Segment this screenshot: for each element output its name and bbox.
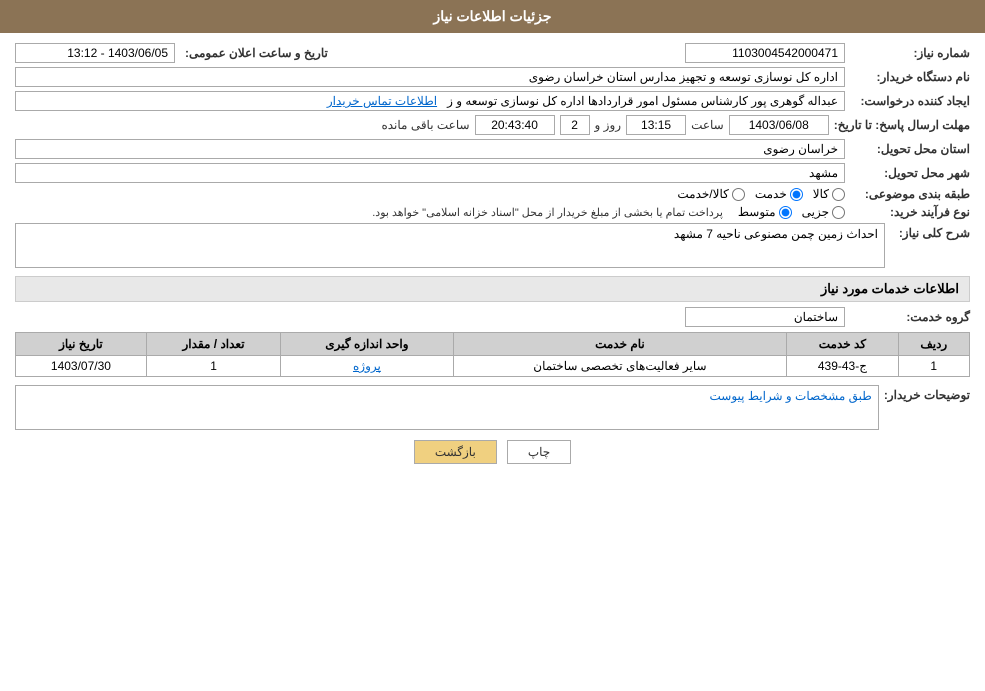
requester-value: عبداله گوهری پور کارشناس مسئول امور قرار…	[15, 91, 845, 111]
requester-row: ایجاد کننده درخواست: عبداله گوهری پور کا…	[15, 91, 970, 111]
deadline-date-value: 1403/06/08	[729, 115, 829, 135]
purchase-type-note: پرداخت تمام یا بخشی از مبلغ خریدار از مح…	[372, 206, 723, 219]
deadline-label: مهلت ارسال پاسخ: تا تاریخ:	[834, 118, 970, 132]
category-radio-group: کالا خدمت کالا/خدمت	[677, 187, 845, 201]
category-option-kala[interactable]: کالا	[813, 187, 845, 201]
buyer-desc-area: توضیحات خریدار: طبق مشخصات و شرایط پیوست	[15, 385, 970, 430]
need-number-row: شماره نیاز: 1103004542000471 تاریخ و ساع…	[15, 43, 970, 63]
remaining-day-value: 2	[560, 115, 590, 135]
province-label: استان محل تحویل:	[850, 142, 970, 156]
cell-date: 1403/07/30	[16, 356, 147, 377]
announce-date-value: 1403/06/05 - 13:12	[15, 43, 175, 63]
category-option-both[interactable]: کالا/خدمت	[677, 187, 744, 201]
print-button[interactable]: چاپ	[507, 440, 571, 464]
col-quantity: تعداد / مقدار	[146, 333, 280, 356]
remaining-time-value: 20:43:40	[475, 115, 555, 135]
requester-label: ایجاد کننده درخواست:	[850, 94, 970, 108]
requester-contact-link[interactable]: اطلاعات تماس خریدار	[327, 94, 437, 108]
buyer-label: نام دستگاه خریدار:	[850, 70, 970, 84]
purchase-type-label: نوع فرآیند خرید:	[850, 205, 970, 219]
cell-unit[interactable]: پروژه	[281, 356, 453, 377]
purchase-type-jozi[interactable]: جزیی	[802, 205, 845, 219]
category-option-khedmat[interactable]: خدمت	[755, 187, 803, 201]
service-group-value: ساختمان	[685, 307, 845, 327]
cell-code: ج-43-439	[787, 356, 898, 377]
col-date: تاریخ نیاز	[16, 333, 147, 356]
category-both-label: کالا/خدمت	[677, 187, 728, 201]
category-khedmat-label: خدمت	[755, 187, 787, 201]
motovaset-label: متوسط	[738, 205, 776, 219]
cell-name: سایر فعالیت‌های تخصصی ساختمان	[453, 356, 787, 377]
deadline-time-value: 13:15	[626, 115, 686, 135]
page-header: جزئیات اطلاعات نیاز	[0, 0, 985, 33]
remaining-day-label: روز و	[595, 118, 622, 132]
buttons-row: چاپ بازگشت	[15, 440, 970, 464]
remaining-time-label: ساعت باقی مانده	[381, 118, 469, 132]
buyer-desc-text: طبق مشخصات و شرایط پیوست	[22, 389, 872, 403]
province-value: خراسان رضوی	[15, 139, 845, 159]
col-name: نام خدمت	[453, 333, 787, 356]
announce-date-label: تاریخ و ساعت اعلان عمومی:	[185, 46, 328, 60]
category-row: طبقه بندی موضوعی: کالا خدمت کالا/خدمت	[15, 187, 970, 201]
jozi-label: جزیی	[802, 205, 829, 219]
deadline-row: مهلت ارسال پاسخ: تا تاریخ: 1403/06/08 سا…	[15, 115, 970, 135]
page-title: جزئیات اطلاعات نیاز	[433, 8, 551, 24]
purchase-type-motovaset[interactable]: متوسط	[738, 205, 792, 219]
col-row: ردیف	[898, 333, 969, 356]
cell-row: 1	[898, 356, 969, 377]
category-kala-label: کالا	[813, 187, 829, 201]
table-row: 1 ج-43-439 سایر فعالیت‌های تخصصی ساختمان…	[16, 356, 970, 377]
city-row: شهر محل تحویل: مشهد	[15, 163, 970, 183]
need-number-label: شماره نیاز:	[850, 46, 970, 60]
description-area: شرح کلی نیاز: احداث زمین چمن مصنوعی ناحی…	[15, 223, 970, 268]
service-group-row: گروه خدمت: ساختمان	[15, 307, 970, 327]
buyer-desc-label: توضیحات خریدار:	[884, 385, 970, 402]
purchase-type-radio-group: جزیی متوسط	[738, 205, 845, 219]
description-value: احداث زمین چمن مصنوعی ناحیه 7 مشهد	[15, 223, 885, 268]
need-number-value: 1103004542000471	[685, 43, 845, 63]
services-table: ردیف کد خدمت نام خدمت واحد اندازه گیری ت…	[15, 332, 970, 377]
city-value: مشهد	[15, 163, 845, 183]
purchase-type-row: نوع فرآیند خرید: جزیی متوسط پرداخت تمام …	[15, 205, 970, 219]
requester-text: عبداله گوهری پور کارشناس مسئول امور قرار…	[447, 94, 838, 108]
service-group-label: گروه خدمت:	[850, 310, 970, 324]
col-code: کد خدمت	[787, 333, 898, 356]
buyer-desc-value: طبق مشخصات و شرایط پیوست	[15, 385, 879, 430]
services-section-title: اطلاعات خدمات مورد نیاز	[15, 276, 970, 302]
city-label: شهر محل تحویل:	[850, 166, 970, 180]
buyer-value: اداره کل نوسازی توسعه و تجهیز مدارس استا…	[15, 67, 845, 87]
buyer-row: نام دستگاه خریدار: اداره کل نوسازی توسعه…	[15, 67, 970, 87]
cell-quantity: 1	[146, 356, 280, 377]
back-button[interactable]: بازگشت	[414, 440, 497, 464]
description-label: شرح کلی نیاز:	[890, 223, 970, 240]
deadline-time-label: ساعت	[691, 118, 724, 132]
category-label: طبقه بندی موضوعی:	[850, 187, 970, 201]
province-row: استان محل تحویل: خراسان رضوی	[15, 139, 970, 159]
col-unit: واحد اندازه گیری	[281, 333, 453, 356]
